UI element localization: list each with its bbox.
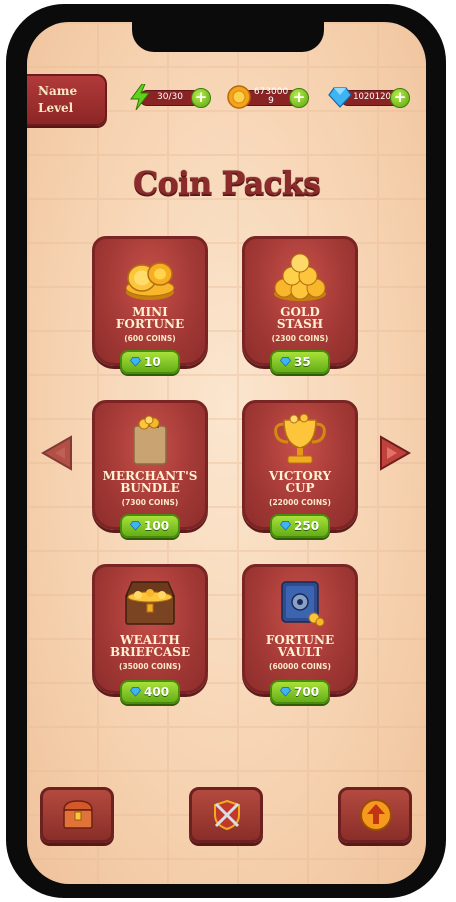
previous-page-arrow-icon[interactable] <box>39 435 75 471</box>
game-screen: Name Level 30/30 + 673000 9 + 1020120 + … <box>27 22 426 884</box>
buy-price: 100 <box>144 519 170 533</box>
pack-coin-amount: (60000 COINS) <box>269 662 331 671</box>
gem-icon <box>130 521 141 531</box>
pack-card-merchants-bundle[interactable]: MERCHANT'S BUNDLE (7300 COINS) 100 <box>92 400 208 538</box>
pack-name: FORTUNE VAULT <box>242 634 358 658</box>
buy-price: 700 <box>294 685 320 699</box>
next-page-arrow-icon[interactable] <box>377 435 413 471</box>
gems-value: 1020120 <box>353 92 391 102</box>
pack-coin-amount: (22000 COINS) <box>269 498 331 507</box>
pack-card-gold-stash[interactable]: GOLD STASH (2300 COINS) 35 <box>242 236 358 374</box>
buy-price: 400 <box>144 685 170 699</box>
gem-icon <box>280 521 291 531</box>
crossed-swords-shield-icon <box>214 799 240 831</box>
player-name: Name <box>38 84 78 98</box>
coin-icon <box>227 85 251 109</box>
player-level: Level <box>38 101 74 115</box>
coin-pile-icon <box>274 253 326 301</box>
lightning-icon <box>130 84 151 110</box>
pack-name-line2: BUNDLE <box>120 481 180 495</box>
add-coins-button[interactable]: + <box>289 88 309 108</box>
pack-name: WEALTH BRIEFCASE <box>92 634 208 658</box>
upgrade-arrow-icon <box>360 799 392 831</box>
pack-name: MINI FORTUNE <box>92 306 208 330</box>
buy-price: 35 <box>294 355 311 369</box>
profile-plate[interactable]: Name Level <box>27 74 107 126</box>
add-energy-button[interactable]: + <box>191 88 211 108</box>
safe-vault-icon <box>281 581 325 627</box>
gem-icon <box>280 357 291 367</box>
coins-value: 673000 9 <box>253 87 289 106</box>
pack-name-line2: STASH <box>276 317 324 331</box>
gem-icon <box>280 687 291 697</box>
nav-upgrade-button[interactable] <box>338 787 412 843</box>
pack-name: VICTORY CUP <box>242 470 358 494</box>
pack-coin-amount: (7300 COINS) <box>121 498 179 507</box>
phone-notch <box>132 22 324 52</box>
gem-icon <box>328 87 352 108</box>
energy-value: 30/30 <box>157 92 183 102</box>
gems-counter: 1020120 + <box>328 87 410 108</box>
pack-name-line2: FORTUNE <box>115 317 185 331</box>
buy-button[interactable]: 10 <box>120 350 180 374</box>
pack-name: GOLD STASH <box>242 306 358 330</box>
pack-card-mini-fortune[interactable]: MINI FORTUNE (600 COINS) 10 <box>92 236 208 374</box>
pack-name-line2: VAULT <box>277 645 323 659</box>
page-title: Coin Packs <box>133 164 321 202</box>
pack-card-victory-cup[interactable]: VICTORY CUP (22000 COINS) 250 <box>242 400 358 538</box>
gem-icon <box>130 357 141 367</box>
buy-button[interactable]: 100 <box>120 514 180 538</box>
coins-counter: 673000 9 + <box>227 85 309 109</box>
pack-card-fortune-vault[interactable]: FORTUNE VAULT (60000 COINS) 700 <box>242 564 358 704</box>
coin-stack-icon <box>125 262 175 300</box>
pack-name: MERCHANT'S BUNDLE <box>92 470 208 494</box>
buy-price: 250 <box>294 519 320 533</box>
treasure-chest-icon <box>124 581 176 625</box>
pack-coin-amount: (600 COINS) <box>124 334 176 343</box>
pack-coin-amount: (2300 COINS) <box>271 334 329 343</box>
add-gems-button[interactable]: + <box>390 88 410 108</box>
nav-battle-button[interactable] <box>189 787 263 843</box>
phone-frame: Name Level 30/30 + 673000 9 + 1020120 + … <box>0 0 456 902</box>
energy-counter: 30/30 + <box>129 84 211 110</box>
treasure-chest-nav-icon <box>63 800 93 829</box>
buy-price: 10 <box>144 355 161 369</box>
trophy-cup-icon <box>274 414 326 464</box>
brick-wall-background <box>27 22 426 884</box>
pack-name-line2: BRIEFCASE <box>109 645 191 659</box>
nav-chest-button[interactable] <box>40 787 114 843</box>
pack-coin-amount: (35000 COINS) <box>119 662 181 671</box>
buy-button[interactable]: 250 <box>270 514 330 538</box>
gem-icon <box>130 687 141 697</box>
buy-button[interactable]: 700 <box>270 680 330 704</box>
buy-button[interactable]: 35 <box>270 350 330 374</box>
coin-bag-icon <box>133 415 167 465</box>
pack-card-wealth-briefcase[interactable]: WEALTH BRIEFCASE (35000 COINS) 400 <box>92 564 208 704</box>
pack-name-line2: CUP <box>285 481 315 495</box>
buy-button[interactable]: 400 <box>120 680 180 704</box>
